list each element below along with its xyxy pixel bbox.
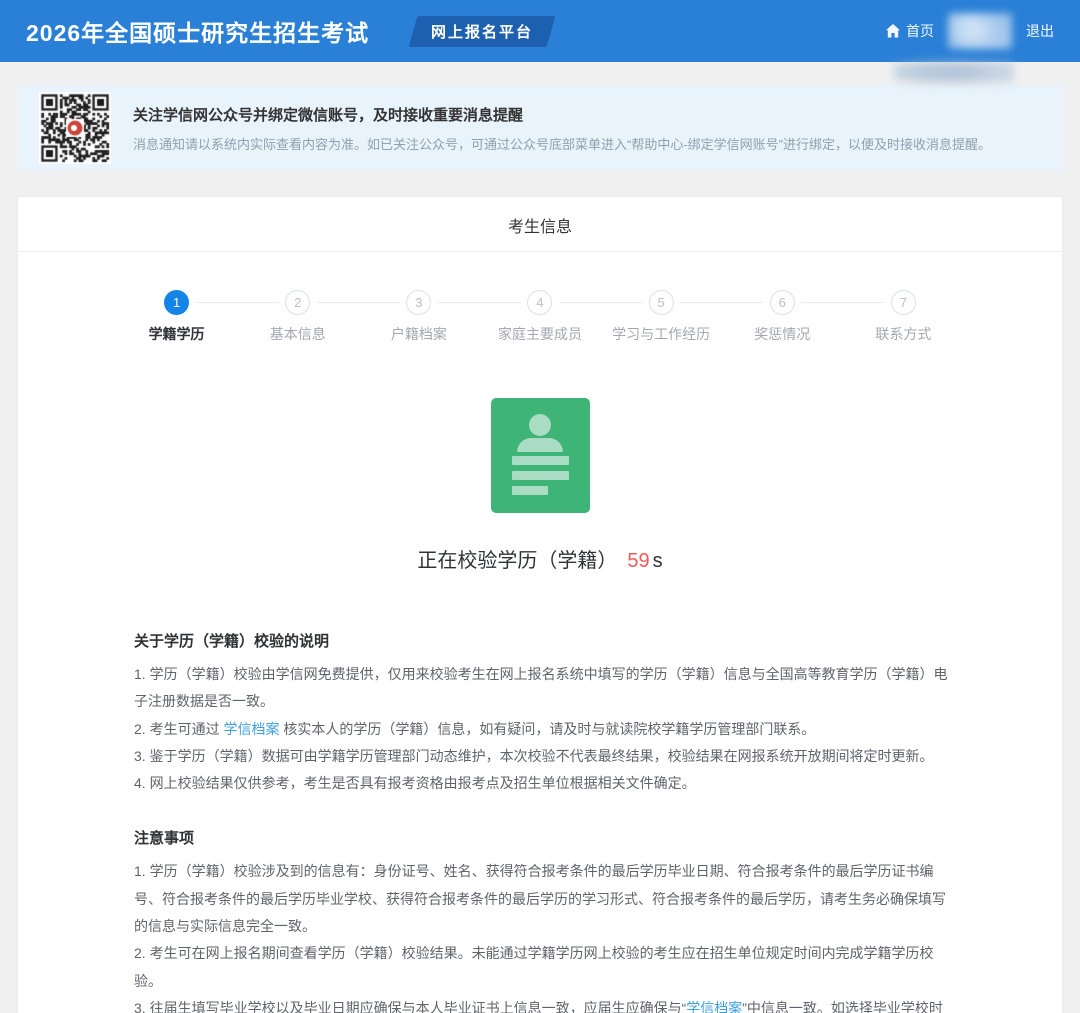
note-text: 3. 鉴于学历（学籍）数据可由学籍学历管理部门动态维护，本次校验不代表最终结果，… xyxy=(134,748,934,764)
section-explain-list: 1. 学历（学籍）校验由学信网免费提供，仅用来校验考生在网上报名系统中填写的学历… xyxy=(134,661,952,797)
countdown-unit: s xyxy=(653,550,663,572)
note-text: 核实本人的学历（学籍）信息，如有疑问，请及时与就读院校学籍学历管理部门联系。 xyxy=(279,721,815,737)
step-label: 学习与工作经历 xyxy=(601,324,722,344)
step-item-联系方式[interactable]: 7 联系方式 xyxy=(843,290,964,344)
app-header: 2026年全国硕士研究生招生考试 网上报名平台 首页 退出 xyxy=(0,0,1080,62)
note-text: 4. 网上校验结果仅供参考，考生是否具有报考资格由报考点及招生单位根据相关文件确… xyxy=(134,775,696,791)
step-label: 基本信息 xyxy=(237,324,358,344)
note-line: 3. 鉴于学历（学籍）数据可由学籍学历管理部门动态维护，本次校验不代表最终结果，… xyxy=(134,743,952,770)
step-item-基本信息[interactable]: 2 基本信息 xyxy=(237,290,358,344)
home-icon xyxy=(885,23,901,39)
notice-texts: 关注学信网公众号并绑定微信账号，及时接收重要消息提醒 消息通知请以系统内实际查看… xyxy=(133,104,1041,153)
inline-link[interactable]: 学信档案 xyxy=(223,721,279,737)
note-text: 3. 往届生填写毕业学校以及毕业日期应确保与本人毕业证书上信息一致，应届生应确保… xyxy=(134,1000,686,1013)
icon-line xyxy=(512,471,569,480)
icon-line xyxy=(512,486,548,495)
person-shoulders xyxy=(517,438,563,452)
checking-status-text: 正在校验学历（学籍） xyxy=(417,550,617,572)
wechat-notice-banner: 关注学信网公众号并绑定微信账号，及时接收重要消息提醒 消息通知请以系统内实际查看… xyxy=(17,85,1063,171)
header-nav: 首页 退出 xyxy=(885,13,1054,49)
nav-logout[interactable]: 退出 xyxy=(1026,21,1054,41)
avatar[interactable] xyxy=(948,13,1012,49)
app-title: 2026年全国硕士研究生招生考试 xyxy=(26,14,369,48)
note-line: 1. 学历（学籍）校验由学信网免费提供，仅用来校验考生在网上报名系统中填写的学历… xyxy=(134,661,952,716)
step-label: 学籍学历 xyxy=(116,324,237,344)
step-item-奖惩情况[interactable]: 6 奖惩情况 xyxy=(722,290,843,344)
step-indicator: 1 学籍学历 2 基本信息 3 户籍档案 4 家庭主要成员 5 学习与工作经历 6 奖惩情况 7 联系方式 xyxy=(116,290,964,344)
person-icon xyxy=(529,414,551,436)
platform-badge: 网上报名平台 xyxy=(409,16,556,47)
nav-logout-label: 退出 xyxy=(1026,21,1054,41)
step-number: 2 xyxy=(285,290,310,315)
icon-line xyxy=(512,456,569,465)
section-notes-heading: 注意事项 xyxy=(134,827,952,848)
note-text: 2. 考生可通过 xyxy=(134,721,223,737)
step-number: 5 xyxy=(649,290,674,315)
step-item-学习与工作经历[interactable]: 5 学习与工作经历 xyxy=(601,290,722,344)
note-text: 1. 学历（学籍）校验涉及到的信息有：身份证号、姓名、获得符合报考条件的最后学历… xyxy=(134,863,946,934)
notice-desc: 消息通知请以系统内实际查看内容为准。如已关注公众号，可通过公众号底部菜单进入“帮… xyxy=(133,134,1041,153)
step-number: 4 xyxy=(527,290,552,315)
step-number: 7 xyxy=(891,290,916,315)
note-line: 3. 往届生填写毕业学校以及毕业日期应确保与本人毕业证书上信息一致，应届生应确保… xyxy=(134,995,952,1013)
nav-home[interactable]: 首页 xyxy=(885,21,934,41)
nav-home-label: 首页 xyxy=(906,21,934,41)
step-label: 家庭主要成员 xyxy=(479,324,600,344)
step-item-户籍档案[interactable]: 3 户籍档案 xyxy=(358,290,479,344)
step-item-学籍学历[interactable]: 1 学籍学历 xyxy=(116,290,237,344)
qr-code xyxy=(39,92,111,164)
step-item-家庭主要成员[interactable]: 4 家庭主要成员 xyxy=(479,290,600,344)
notice-title: 关注学信网公众号并绑定微信账号，及时接收重要消息提醒 xyxy=(133,104,1041,125)
step-label: 户籍档案 xyxy=(358,324,479,344)
inline-link[interactable]: 学信档案 xyxy=(686,1000,742,1013)
section-notes-list: 1. 学历（学籍）校验涉及到的信息有：身份证号、姓名、获得符合报考条件的最后学历… xyxy=(134,858,952,1013)
note-text: 2. 考生可在网上报名期间查看学历（学籍）校验结果。未能通过学籍学历网上校验的考… xyxy=(134,945,934,988)
countdown-seconds: 59 xyxy=(617,550,652,572)
note-line: 4. 网上校验结果仅供参考，考生是否具有报考资格由报考点及招生单位根据相关文件确… xyxy=(134,770,952,797)
note-line: 2. 考生可通过 学信档案 核实本人的学历（学籍）信息，如有疑问，请及时与就读院… xyxy=(134,716,952,743)
note-line: 2. 考生可在网上报名期间查看学历（学籍）校验结果。未能通过学籍学历网上校验的考… xyxy=(134,940,952,995)
panel-title: 考生信息 xyxy=(18,197,1062,252)
section-explain-heading: 关于学历（学籍）校验的说明 xyxy=(134,630,952,651)
note-text: 1. 学历（学籍）校验由学信网免费提供，仅用来校验考生在网上报名系统中填写的学历… xyxy=(134,666,948,709)
section-notes: 注意事项 1. 学历（学籍）校验涉及到的信息有：身份证号、姓名、获得符合报考条件… xyxy=(134,827,952,1013)
checking-status: 正在校验学历（学籍）59s xyxy=(18,544,1062,573)
platform-badge-label: 网上报名平台 xyxy=(431,21,533,42)
step-label: 奖惩情况 xyxy=(722,324,843,344)
step-number: 1 xyxy=(164,290,189,315)
candidate-info-panel: 考生信息 1 学籍学历 2 基本信息 3 户籍档案 4 家庭主要成员 5 学习与工作经历 6 奖惩情况… xyxy=(17,196,1063,1013)
step-number: 6 xyxy=(770,290,795,315)
step-label: 联系方式 xyxy=(843,324,964,344)
step-number: 3 xyxy=(406,290,431,315)
info-sections: 关于学历（学籍）校验的说明 1. 学历（学籍）校验由学信网免费提供，仅用来校验考… xyxy=(18,573,1062,1013)
section-explain: 关于学历（学籍）校验的说明 1. 学历（学籍）校验由学信网免费提供，仅用来校验考… xyxy=(134,630,952,797)
credential-check-icon xyxy=(491,398,590,513)
note-line: 1. 学历（学籍）校验涉及到的信息有：身份证号、姓名、获得符合报考条件的最后学历… xyxy=(134,858,952,940)
